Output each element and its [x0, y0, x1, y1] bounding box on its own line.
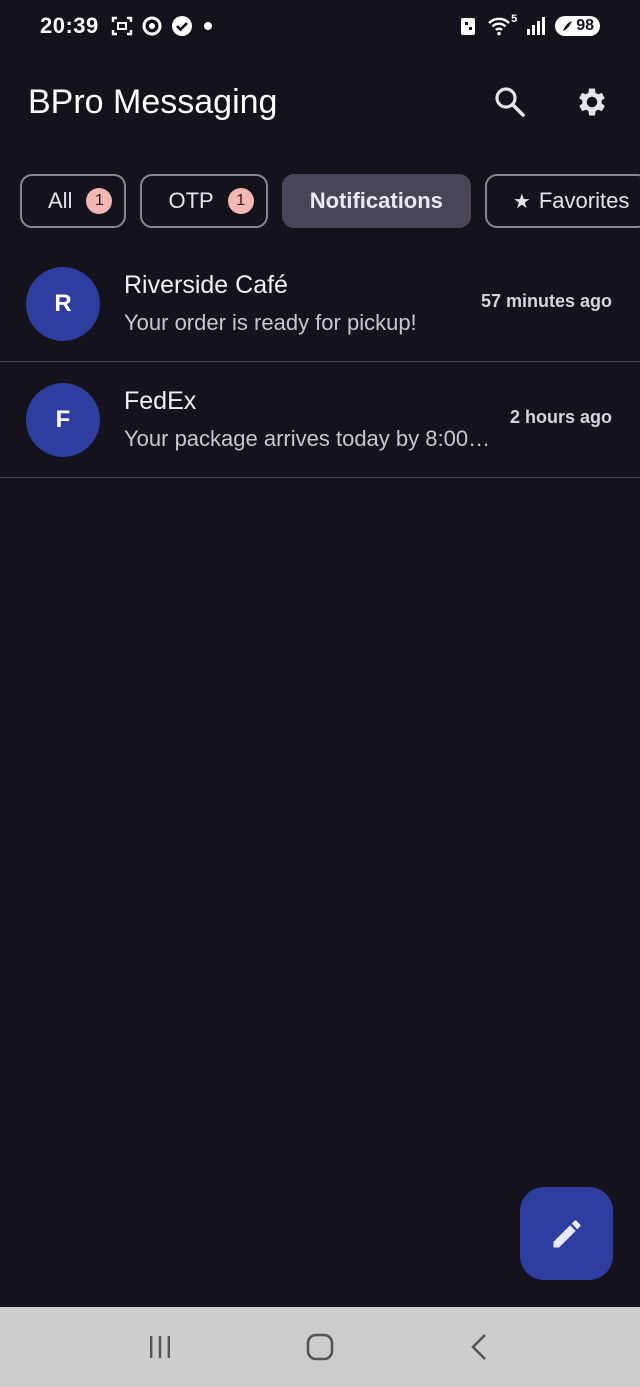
message-list: R Riverside Café Your order is ready for…: [0, 246, 640, 478]
settings-button[interactable]: [572, 82, 612, 122]
back-button[interactable]: [450, 1317, 510, 1377]
avatar: F: [26, 382, 100, 457]
status-left-icons: [111, 15, 215, 37]
message-text: Riverside Café Your order is ready for p…: [124, 271, 469, 336]
wifi-indicator: 5: [487, 13, 518, 37]
battery-icon: [563, 21, 573, 31]
home-icon: [306, 1333, 334, 1361]
chip-favorites[interactable]: ★ Favorites: [484, 174, 640, 228]
chip-notifications[interactable]: Notifications: [281, 174, 471, 228]
back-icon: [471, 1334, 486, 1360]
compose-button[interactable]: [520, 1187, 613, 1280]
battery-level: 98: [576, 17, 594, 34]
app-bar: BPro Messaging: [0, 60, 640, 144]
message-row[interactable]: R Riverside Café Your order is ready for…: [0, 246, 640, 362]
app-actions: [490, 82, 612, 122]
message-time: 2 hours ago: [509, 407, 612, 427]
sender-name: FedEx: [124, 387, 197, 415]
recents-button[interactable]: [130, 1317, 190, 1377]
chip-all-label: All: [48, 188, 73, 213]
app-title: BPro Messaging: [28, 82, 278, 121]
status-bar: 20:39 5 98: [0, 0, 640, 52]
wifi-icon: [488, 17, 510, 36]
edit-icon: [553, 1219, 580, 1247]
wifi-badge: 5: [511, 13, 518, 25]
signal-icon: [527, 17, 546, 35]
sender-name: Riverside Café: [124, 271, 288, 299]
message-text: FedEx Your package arrives today by 8:00…: [124, 387, 498, 452]
recents-icon: [150, 1336, 170, 1358]
status-time: 20:39: [40, 13, 99, 38]
chip-otp-badge: 1: [227, 188, 254, 214]
target-icon: [142, 16, 162, 36]
home-button[interactable]: [290, 1317, 350, 1377]
settings-icon: [579, 88, 605, 116]
chip-otp[interactable]: OTP 1: [140, 174, 268, 228]
check-circle-icon: [171, 16, 192, 36]
avatar: R: [26, 266, 100, 341]
message-preview: Your package arrives today by 8:00 PM: [124, 426, 496, 451]
chip-favorites-label: Favorites: [538, 188, 630, 213]
message-row[interactable]: F FedEx Your package arrives today by 8:…: [0, 362, 640, 478]
status-right-icons: 5 98: [459, 13, 600, 37]
screenshot-icon: [111, 16, 132, 36]
dot-icon: [203, 22, 212, 30]
chip-otp-label: OTP: [168, 188, 214, 213]
star-icon: ★: [512, 190, 531, 213]
search-button[interactable]: [490, 82, 530, 122]
navigation-bar: [0, 1307, 640, 1387]
message-preview: Your order is ready for pickup!: [124, 310, 417, 335]
filter-chips: All 1 OTP 1 Notifications ★ Favorites: [20, 174, 640, 228]
search-icon: [495, 87, 525, 117]
chip-all[interactable]: All 1: [20, 174, 127, 228]
message-time: 57 minutes ago: [480, 291, 612, 311]
battery-indicator: 98: [555, 16, 600, 36]
chip-notifications-label: Notifications: [309, 188, 443, 213]
screen: 20:39 5 98 BPro Messaging All 1 OTP 1 No…: [0, 0, 640, 1387]
nfc-icon: [461, 18, 476, 35]
chip-all-badge: 1: [86, 188, 113, 214]
